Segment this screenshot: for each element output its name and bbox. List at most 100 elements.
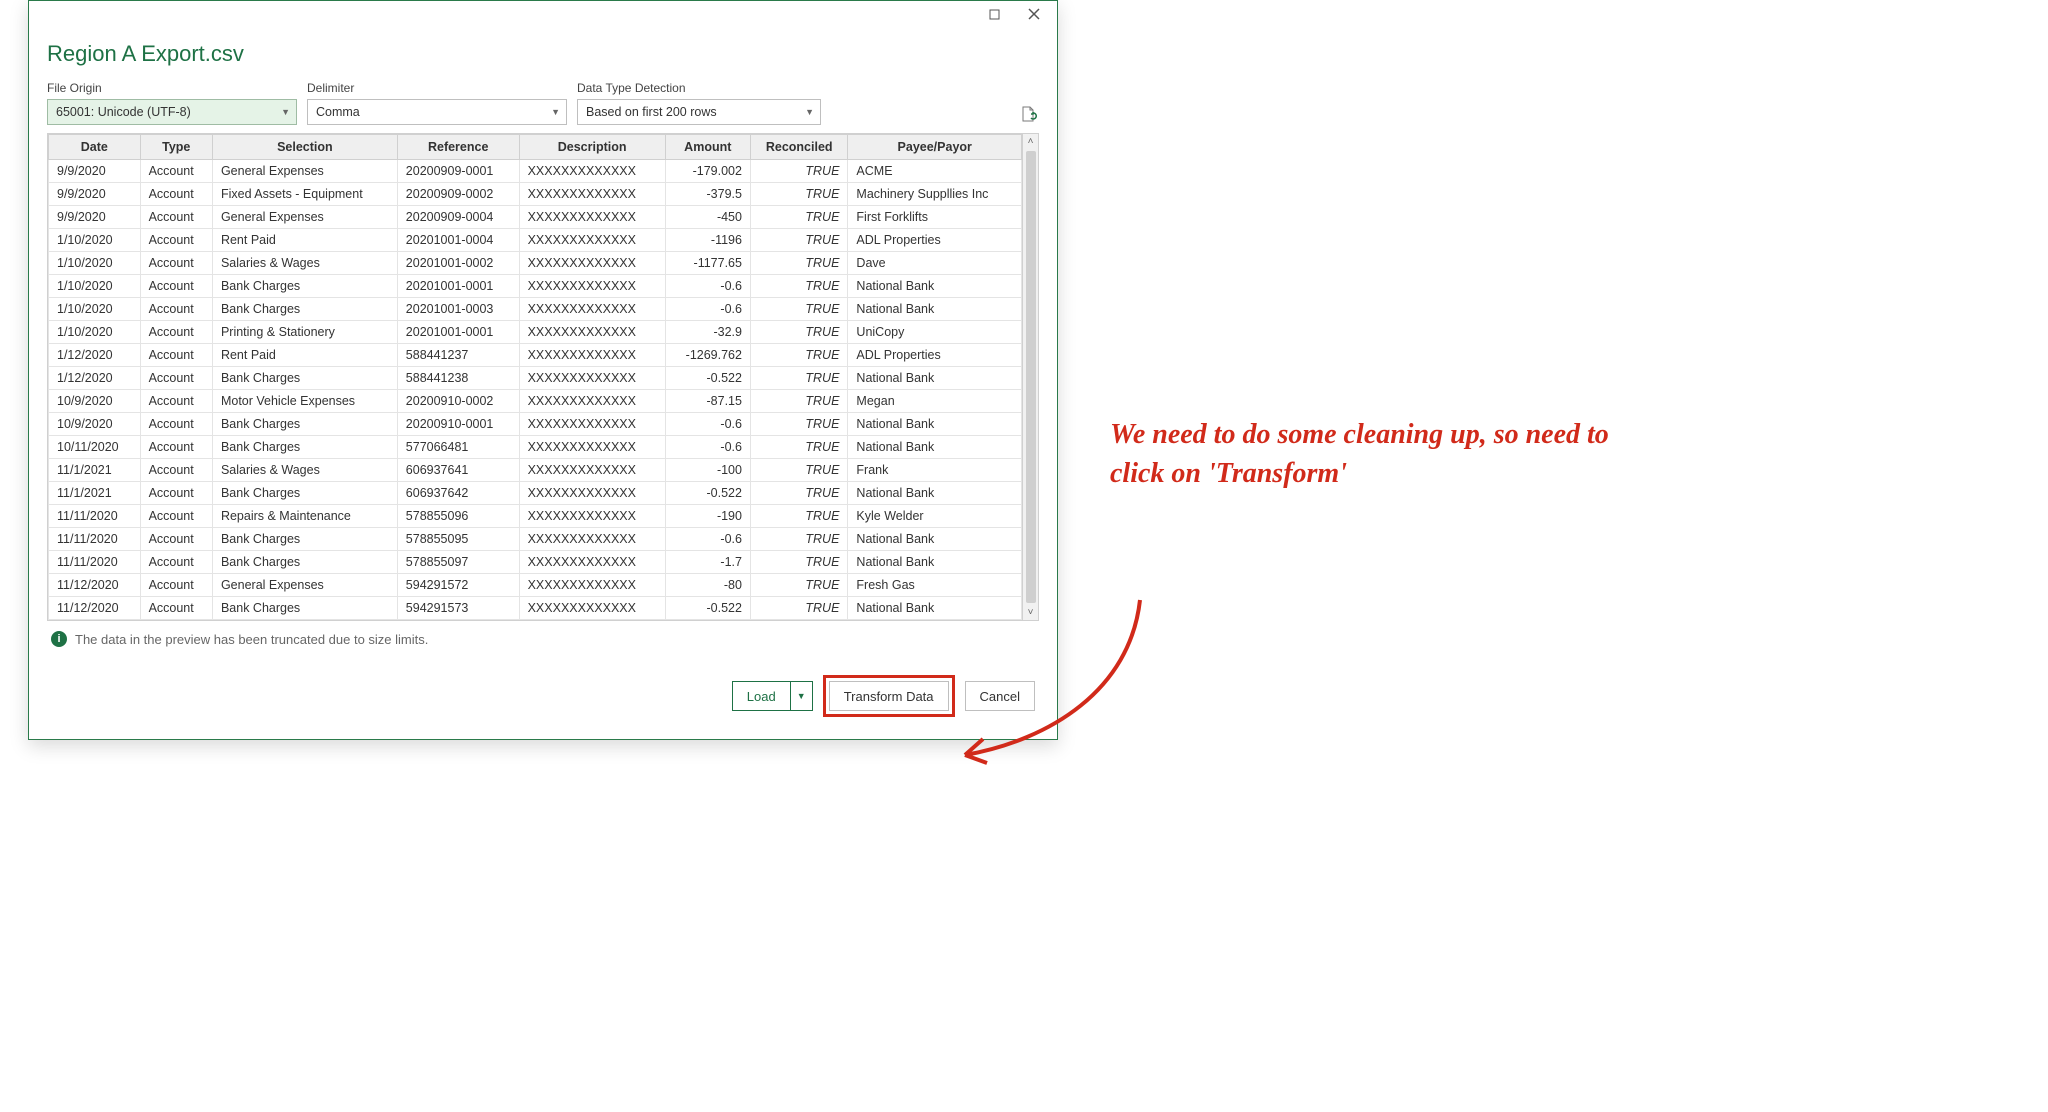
table-row[interactable]: 9/9/2020AccountGeneral Expenses20200909-… [49,206,1022,229]
table-cell: National Bank [848,597,1022,620]
load-dropdown-button[interactable]: ▼ [791,681,813,711]
annotation-text: We need to do some cleaning up, so need … [1110,415,1610,493]
table-row[interactable]: 1/12/2020AccountBank Charges588441238XXX… [49,367,1022,390]
scroll-down-icon[interactable]: ˅ [1028,607,1034,618]
table-cell: -1177.65 [665,252,750,275]
table-row[interactable]: 11/12/2020AccountBank Charges594291573XX… [49,597,1022,620]
table-row[interactable]: 1/10/2020AccountSalaries & Wages20201001… [49,252,1022,275]
table-cell: 588441238 [397,367,519,390]
chevron-down-icon: ▼ [805,107,814,117]
table-row[interactable]: 1/10/2020AccountBank Charges20201001-000… [49,275,1022,298]
table-cell: 11/12/2020 [49,597,141,620]
table-row[interactable]: 9/9/2020AccountFixed Assets - Equipment2… [49,183,1022,206]
table-cell: 11/11/2020 [49,551,141,574]
table-cell: 20201001-0004 [397,229,519,252]
table-row[interactable]: 11/1/2021AccountBank Charges606937642XXX… [49,482,1022,505]
table-cell: 11/1/2021 [49,459,141,482]
detection-label: Data Type Detection [577,81,821,95]
table-cell: XXXXXXXXXXXXX [519,252,665,275]
table-cell: TRUE [750,505,847,528]
column-header[interactable]: Date [49,135,141,160]
table-row[interactable]: 11/11/2020AccountRepairs & Maintenance57… [49,505,1022,528]
table-row[interactable]: 11/1/2021AccountSalaries & Wages60693764… [49,459,1022,482]
table-row[interactable]: 1/12/2020AccountRent Paid588441237XXXXXX… [49,344,1022,367]
table-row[interactable]: 1/10/2020AccountBank Charges20201001-000… [49,298,1022,321]
table-cell: 11/11/2020 [49,528,141,551]
close-button[interactable] [1017,3,1051,25]
table-cell: TRUE [750,321,847,344]
table-row[interactable]: 1/10/2020AccountRent Paid20201001-0004XX… [49,229,1022,252]
table-row[interactable]: 10/11/2020AccountBank Charges577066481XX… [49,436,1022,459]
scroll-up-icon[interactable]: ˄ [1028,136,1034,147]
table-cell: XXXXXXXXXXXXX [519,275,665,298]
table-cell: Kyle Welder [848,505,1022,528]
column-header[interactable]: Amount [665,135,750,160]
column-header[interactable]: Reconciled [750,135,847,160]
table-cell: XXXXXXXXXXXXX [519,229,665,252]
table-cell: -190 [665,505,750,528]
refresh-icon[interactable] [1017,103,1039,125]
table-cell: Account [140,574,212,597]
table-cell: Account [140,183,212,206]
table-cell: XXXXXXXXXXXXX [519,321,665,344]
table-cell: 1/10/2020 [49,298,141,321]
table-cell: -1269.762 [665,344,750,367]
table-cell: Bank Charges [212,275,397,298]
detection-dropdown[interactable]: Based on first 200 rows ▼ [577,99,821,125]
table-cell: 577066481 [397,436,519,459]
table-row[interactable]: 9/9/2020AccountGeneral Expenses20200909-… [49,160,1022,183]
transform-data-button[interactable]: Transform Data [829,681,949,711]
table-cell: National Bank [848,413,1022,436]
table-cell: TRUE [750,413,847,436]
table-cell: Bank Charges [212,367,397,390]
column-header[interactable]: Selection [212,135,397,160]
table-cell: 11/1/2021 [49,482,141,505]
column-header[interactable]: Payee/Payor [848,135,1022,160]
table-cell: Fixed Assets - Equipment [212,183,397,206]
table-row[interactable]: 10/9/2020AccountMotor Vehicle Expenses20… [49,390,1022,413]
table-cell: National Bank [848,367,1022,390]
table-cell: TRUE [750,344,847,367]
table-row[interactable]: 11/12/2020AccountGeneral Expenses5942915… [49,574,1022,597]
table-cell: TRUE [750,252,847,275]
scroll-thumb[interactable] [1026,151,1036,603]
table-cell: 20200910-0001 [397,413,519,436]
table-cell: -0.6 [665,298,750,321]
table-cell: TRUE [750,390,847,413]
table-row[interactable]: 10/9/2020AccountBank Charges20200910-000… [49,413,1022,436]
annotation-highlight: Transform Data [823,675,955,717]
column-header[interactable]: Description [519,135,665,160]
file-origin-label: File Origin [47,81,297,95]
table-row[interactable]: 1/10/2020AccountPrinting & Stationery202… [49,321,1022,344]
table-cell: -1196 [665,229,750,252]
table-cell: Account [140,436,212,459]
table-cell: National Bank [848,528,1022,551]
cancel-button[interactable]: Cancel [965,681,1035,711]
table-cell: 606937642 [397,482,519,505]
table-cell: 578855095 [397,528,519,551]
table-cell: Bank Charges [212,528,397,551]
table-row[interactable]: 11/11/2020AccountBank Charges578855095XX… [49,528,1022,551]
table-cell: TRUE [750,183,847,206]
table-cell: National Bank [848,298,1022,321]
table-cell: National Bank [848,275,1022,298]
file-origin-dropdown[interactable]: 65001: Unicode (UTF-8) ▼ [47,99,297,125]
table-cell: Account [140,459,212,482]
column-header[interactable]: Type [140,135,212,160]
table-cell: 20200909-0004 [397,206,519,229]
table-cell: -179.002 [665,160,750,183]
column-header[interactable]: Reference [397,135,519,160]
vertical-scrollbar[interactable]: ˄ ˅ [1022,134,1038,620]
table-cell: TRUE [750,160,847,183]
delimiter-dropdown[interactable]: Comma ▼ [307,99,567,125]
load-button[interactable]: Load [732,681,791,711]
info-message: The data in the preview has been truncat… [75,632,428,647]
table-cell: Account [140,252,212,275]
maximize-button[interactable] [977,3,1011,25]
table-cell: 1/10/2020 [49,321,141,344]
table-cell: -0.6 [665,275,750,298]
import-preview-dialog: Region A Export.csv File Origin 65001: U… [28,0,1058,740]
table-cell: Bank Charges [212,413,397,436]
table-cell: Megan [848,390,1022,413]
table-row[interactable]: 11/11/2020AccountBank Charges578855097XX… [49,551,1022,574]
